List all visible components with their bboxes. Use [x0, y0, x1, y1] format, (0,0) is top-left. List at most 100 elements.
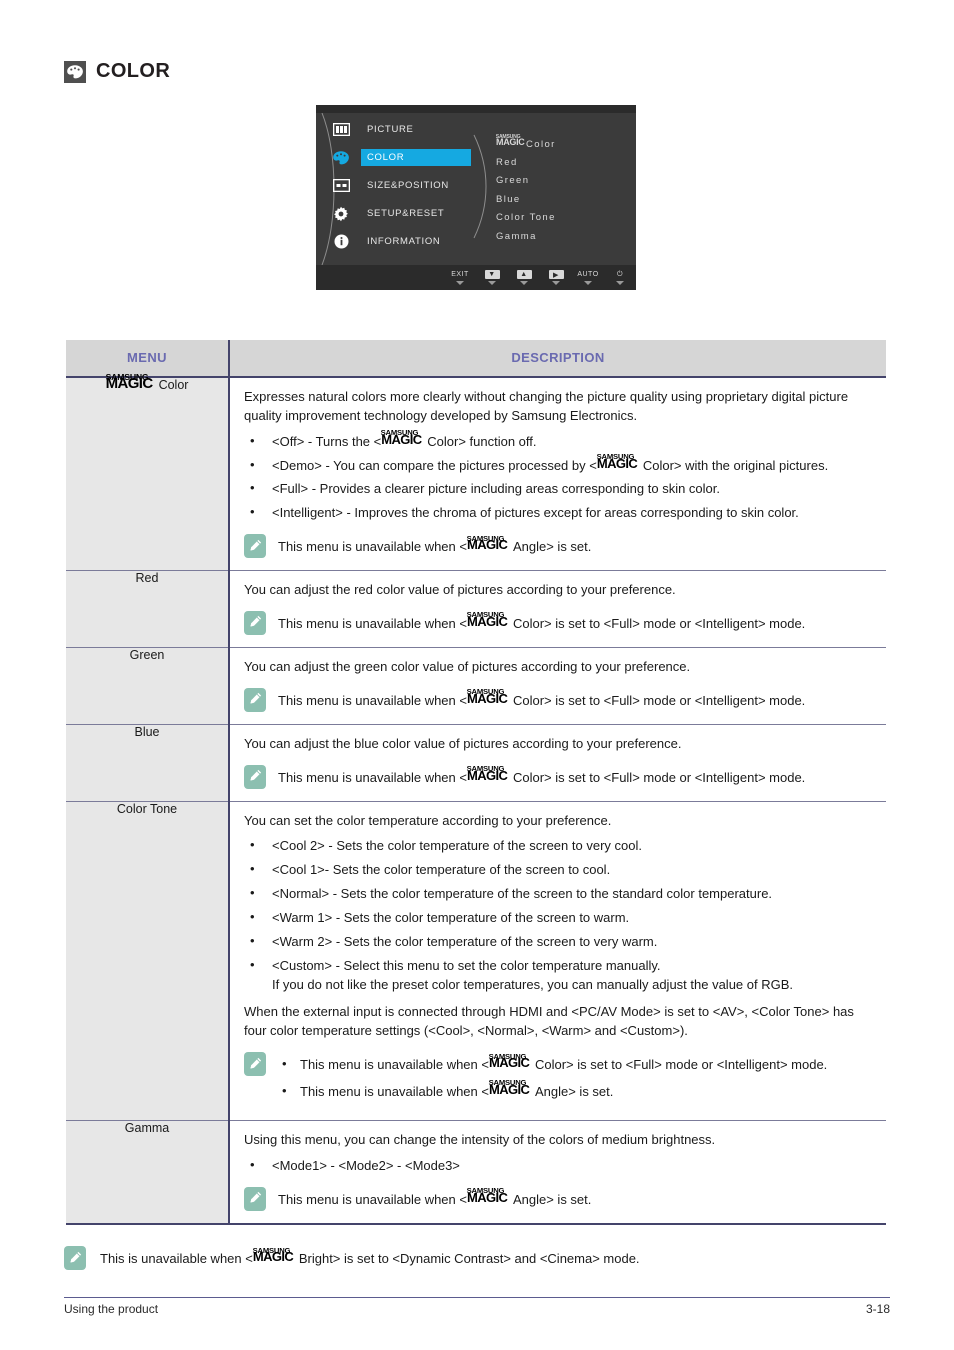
gear-icon: [330, 205, 352, 222]
list-item: <Demo> - You can compare the pictures pr…: [244, 452, 872, 476]
bullet-pre: <Off> - Turns the <: [272, 433, 382, 449]
osd-item-information[interactable]: INFORMATION: [330, 230, 500, 253]
osd-submenu-item-green[interactable]: Green: [496, 172, 556, 191]
osd-bottom-bar: EXIT ▼ ▲ ▶ AUTO ⏻: [316, 265, 636, 290]
desc-paragraph: You can set the color temperature accord…: [244, 812, 612, 828]
pencil-note-icon: [64, 1246, 86, 1270]
chevron-down-icon: [520, 281, 528, 285]
note-block: This menu is unavailable when <SAMSUNGMA…: [244, 1052, 872, 1108]
desc-cell-blue: You can adjust the blue color value of p…: [229, 724, 886, 802]
osd-submenu-label: Red: [496, 156, 518, 168]
samsung-magic-logo: SAMSUNG MAGIC: [596, 452, 638, 471]
osd-submenu-item-red[interactable]: Red: [496, 154, 556, 173]
osd-submenu-item-color-tone[interactable]: Color Tone: [496, 209, 556, 228]
chevron-down-icon: [456, 281, 464, 285]
osd-item-setup-reset[interactable]: SETUP&RESET: [330, 202, 500, 225]
desc-bullet-list: <Mode1> - <Mode2> - <Mode3>: [244, 1156, 872, 1176]
page-note-text: This is unavailable when < SAMSUNG MAGIC Br…: [100, 1246, 640, 1269]
bullet-pre: <Intelligent> - Improves the chroma of p…: [272, 505, 799, 521]
table-row: Green You can adjust the green color val…: [66, 647, 886, 725]
pencil-note-icon: [244, 1186, 266, 1211]
menu-description-table: MENU DESCRIPTION SAMSUNG MAGIC Color Expr…: [66, 340, 886, 1225]
osd-button-exit[interactable]: EXIT: [444, 270, 476, 285]
osd-item-color[interactable]: COLOR: [330, 146, 500, 169]
samsung-magic-logo: SAMSUNG MAGIC: [466, 764, 508, 783]
samsung-magic-logo: SAMSUNG MAGIC: [495, 134, 525, 147]
note-post: Angle> is set.: [512, 539, 592, 555]
desc-cell-gamma: Using this menu, you can change the inte…: [229, 1120, 886, 1225]
samsung-magic-logo: SAMSUNG MAGIC: [105, 371, 153, 393]
table-row: Red You can adjust the red color value o…: [66, 570, 886, 648]
list-item: <Normal> - Sets the color temperature of…: [244, 884, 872, 904]
desc-cell-red: You can adjust the red color value of pi…: [229, 570, 886, 648]
samsung-magic-logo: SAMSUNG MAGIC: [380, 428, 422, 447]
note-pre: This menu is unavailable when <: [278, 1191, 467, 1207]
note-block: This menu is unavailable when <SAMSUNGMA…: [244, 610, 872, 635]
note-block: This menu is unavailable when <SAMSUNGMA…: [244, 1186, 872, 1211]
osd-item-label: COLOR: [361, 149, 471, 166]
list-item: <Cool 1>- Sets the color temperature of …: [244, 860, 872, 880]
samsung-magic-logo: SAMSUNG MAGIC: [252, 1245, 294, 1264]
footer-left-text: Using the product: [64, 1302, 159, 1316]
osd-submenu: SAMSUNG MAGIC Color Red Green Blue Color …: [496, 135, 556, 246]
osd-button-up[interactable]: ▲: [508, 270, 540, 285]
samsung-magic-logo: SAMSUNG MAGIC: [466, 687, 508, 706]
menu-cell-green: Green: [66, 647, 230, 725]
desc-cell-color-tone: You can set the color temperature accord…: [229, 801, 886, 1122]
list-item: <Off> - Turns the <SAMSUNGMAGIC Color> fu…: [244, 428, 872, 452]
osd-submenu-label: Color: [526, 139, 556, 150]
list-item: <Full> - Provides a clearer picture incl…: [244, 479, 872, 499]
osd-button-exit-label: EXIT: [451, 271, 469, 278]
osd-top-bar: [316, 105, 636, 113]
pencil-note-icon: [244, 610, 266, 635]
menu-cell-color-tone: Color Tone: [66, 801, 230, 1122]
note-post: Bright> is set to <Dynamic Contrast> and…: [298, 1251, 640, 1266]
osd-button-auto-label: AUTO: [577, 271, 599, 278]
list-item: <Intelligent> - Improves the chroma of p…: [244, 503, 872, 523]
arrow-up-icon: ▲: [516, 270, 532, 279]
osd-button-auto[interactable]: AUTO: [572, 270, 604, 285]
table-header-row: MENU DESCRIPTION: [66, 340, 886, 378]
table-row: SAMSUNG MAGIC Color Expresses natural col…: [66, 371, 886, 572]
osd-button-up-glyph: ▲: [516, 270, 532, 279]
note-post: Angle> is set.: [534, 1083, 614, 1099]
footer-divider: [64, 1297, 890, 1298]
list-item: This menu is unavailable when <SAMSUNGMA…: [278, 1051, 828, 1075]
osd-submenu-item-magiccolor[interactable]: SAMSUNG MAGIC Color: [496, 135, 556, 154]
osd-button-enter[interactable]: ▶: [540, 270, 572, 285]
bullet-pre: <Custom> - Select this menu to set the c…: [272, 957, 661, 973]
note-block: This menu is unavailable when <SAMSUNGMA…: [244, 764, 872, 789]
samsung-magic-logo: SAMSUNG MAGIC: [488, 1078, 530, 1097]
menu-cell-red: Red: [66, 570, 230, 648]
note-post: Color> is set to <Full> mode or <Intelli…: [512, 615, 806, 631]
samsung-magic-logo: SAMSUNG MAGIC: [488, 1051, 530, 1071]
osd-submenu-label: Green: [496, 175, 530, 186]
menu-cell-label: Blue: [134, 724, 160, 739]
menu-cell-label: Color: [158, 378, 189, 392]
picture-icon: [330, 121, 352, 138]
arrow-down-icon: ▼: [484, 270, 500, 279]
desc-cell-green: You can adjust the green color value of …: [229, 647, 886, 725]
osd-submenu-label: Color Tone: [496, 212, 556, 223]
osd-submenu-item-blue[interactable]: Blue: [496, 191, 556, 210]
list-item: <Mode1> - <Mode2> - <Mode3>: [244, 1156, 872, 1176]
list-item: <Custom> - Select this menu to set the c…: [244, 956, 872, 995]
note-pre: This is unavailable when <: [100, 1251, 253, 1266]
chevron-down-icon: [488, 281, 496, 285]
osd-button-power[interactable]: ⏻: [604, 270, 636, 285]
note-block: This menu is unavailable when <SAMSUNGMA…: [244, 534, 872, 559]
osd-item-size-position[interactable]: SIZE&POSITION: [330, 174, 500, 197]
osd-submenu-item-gamma[interactable]: Gamma: [496, 228, 556, 247]
osd-button-down[interactable]: ▼: [476, 270, 508, 285]
note-pre: This menu is unavailable when <: [300, 1057, 489, 1073]
osd-item-picture[interactable]: PICTURE: [330, 118, 500, 141]
osd-item-label: INFORMATION: [367, 236, 441, 247]
note-pre: This menu is unavailable when <: [278, 692, 467, 708]
size-position-icon: [330, 177, 352, 194]
note-text: This menu is unavailable when <SAMSUNGMA…: [278, 688, 805, 711]
table-row: Blue You can adjust the blue color value…: [66, 724, 886, 802]
menu-cell-label: Red: [135, 571, 159, 586]
note-post: Color> is set to <Full> mode or <Intelli…: [512, 769, 806, 785]
note-post: Color> is set to <Full> mode or <Intelli…: [534, 1057, 828, 1073]
page-footer: Using the product 3-18: [64, 1302, 890, 1316]
